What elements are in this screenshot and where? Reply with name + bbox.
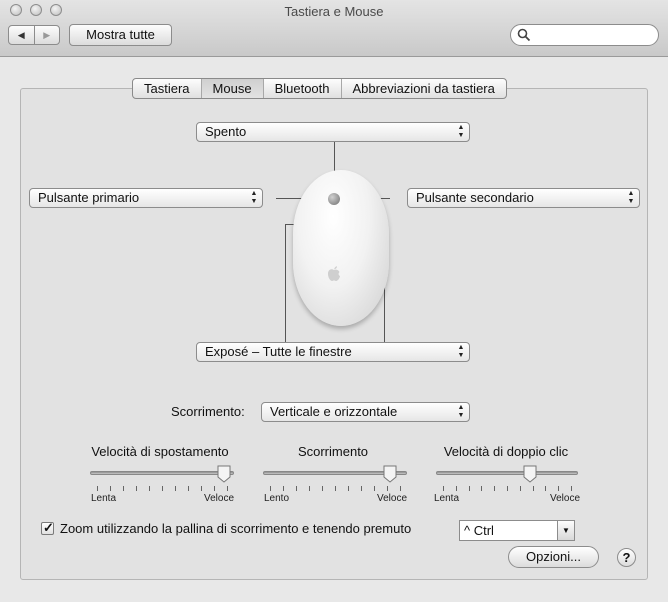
tracking-speed-slider[interactable] bbox=[90, 471, 234, 475]
back-icon[interactable]: ◀ bbox=[9, 26, 34, 44]
slider-tick bbox=[123, 486, 124, 491]
slider-tick bbox=[545, 486, 547, 491]
slider-tick bbox=[227, 486, 228, 491]
slider-tick bbox=[455, 486, 457, 491]
right-button-value: Pulsante secondario bbox=[416, 190, 534, 205]
scrolling-value: Verticale e orizzontale bbox=[270, 404, 398, 419]
tab-tastiera[interactable]: Tastiera bbox=[133, 79, 202, 98]
slider-tick bbox=[400, 486, 401, 491]
updown-arrows-icon: ▲ ▼ bbox=[457, 124, 465, 139]
bottom-button-value: Exposé – Tutte le finestre bbox=[205, 344, 352, 359]
slider-tick bbox=[188, 486, 189, 491]
options-button[interactable]: Opzioni... bbox=[508, 546, 599, 568]
top-button-value: Spento bbox=[205, 124, 247, 139]
updown-arrows-icon: ▲ ▼ bbox=[250, 190, 258, 205]
slider-tick bbox=[519, 486, 521, 491]
tab-abbreviazioni[interactable]: Abbreviazioni da tastiera bbox=[342, 79, 506, 98]
slider-tick bbox=[468, 486, 470, 491]
slider-tick bbox=[387, 486, 388, 491]
slider-tick bbox=[296, 486, 297, 491]
slider-tick bbox=[149, 486, 150, 491]
scrolling-min-label: Lento bbox=[264, 493, 290, 504]
slider-tick bbox=[97, 486, 98, 491]
left-button-value: Pulsante primario bbox=[38, 190, 140, 205]
tab-bar: Tastiera Mouse Bluetooth Abbreviazioni d… bbox=[132, 78, 507, 99]
slider-tick bbox=[283, 486, 284, 491]
double-click-speed-slider[interactable] bbox=[436, 471, 578, 475]
slider-tick bbox=[110, 486, 111, 491]
updown-arrows-icon: ▲ ▼ bbox=[457, 404, 465, 419]
apple-logo-icon bbox=[327, 266, 340, 281]
slider-tick bbox=[571, 486, 572, 491]
slider-tick bbox=[494, 486, 496, 491]
checkmark-icon: ✓ bbox=[43, 520, 54, 535]
search-field[interactable] bbox=[510, 24, 659, 46]
tracking-speed-title: Velocità di spostamento bbox=[91, 444, 229, 459]
search-icon bbox=[517, 28, 531, 42]
slider-tick bbox=[361, 486, 362, 491]
tab-bluetooth[interactable]: Bluetooth bbox=[264, 79, 342, 98]
slider-tick bbox=[348, 486, 349, 491]
scrolling-popup[interactable]: Verticale e orizzontale ▲ ▼ bbox=[261, 402, 470, 422]
slider-tick bbox=[270, 486, 271, 491]
top-button-popup[interactable]: Spento ▲ ▼ bbox=[196, 122, 470, 142]
double-click-speed-title: Velocità di doppio clic bbox=[443, 444, 569, 459]
right-button-popup[interactable]: Pulsante secondario ▲ ▼ bbox=[407, 188, 640, 208]
double-click-speed-thumb[interactable] bbox=[523, 465, 537, 483]
show-all-button[interactable]: Mostra tutte bbox=[69, 24, 172, 46]
slider-tick bbox=[443, 486, 444, 491]
tracking-min-label: Lenta bbox=[91, 493, 117, 504]
slider-tick bbox=[532, 486, 534, 491]
help-icon[interactable]: ? bbox=[617, 548, 636, 567]
chevron-down-icon[interactable]: ▼ bbox=[557, 521, 574, 540]
slider-tick bbox=[309, 486, 310, 491]
tab-mouse[interactable]: Mouse bbox=[201, 79, 264, 98]
slider-tick bbox=[136, 486, 137, 491]
tracking-max-label: Veloce bbox=[204, 493, 235, 504]
zoom-label: Zoom utilizzando la pallina di scorrimen… bbox=[60, 521, 412, 536]
updown-arrows-icon: ▲ ▼ bbox=[627, 190, 635, 205]
tracking-speed-thumb[interactable] bbox=[217, 465, 231, 483]
scrolling-label: Scorrimento: bbox=[171, 404, 245, 419]
zoom-checkbox[interactable]: ✓ bbox=[41, 520, 54, 535]
slider-tick bbox=[374, 486, 375, 491]
scrolling-speed-thumb[interactable] bbox=[383, 465, 397, 483]
slider-tick bbox=[201, 486, 202, 491]
bottom-button-popup[interactable]: Exposé – Tutte le finestre ▲ ▼ bbox=[196, 342, 470, 362]
slider-tick bbox=[214, 486, 215, 491]
slider-tick bbox=[481, 486, 483, 491]
slider-tick bbox=[175, 486, 176, 491]
forward-icon[interactable]: ▶ bbox=[33, 26, 60, 44]
scroll-ball bbox=[328, 193, 340, 205]
search-input[interactable] bbox=[533, 27, 651, 43]
double-click-max-label: Veloce bbox=[550, 493, 581, 504]
mighty-mouse-illustration bbox=[293, 170, 389, 326]
scrolling-speed-title: Scorrimento bbox=[297, 444, 369, 459]
window-title: Tastiera e Mouse bbox=[284, 4, 384, 19]
window-titlebar: Tastiera e Mouse ◀ ▶ Mostra tutte bbox=[0, 0, 668, 57]
nav-buttons: ◀ ▶ bbox=[8, 25, 60, 45]
updown-arrows-icon: ▲ ▼ bbox=[457, 344, 465, 359]
zoom-modifier-value: ^ Ctrl bbox=[464, 523, 494, 538]
connector-line bbox=[285, 224, 286, 342]
slider-tick bbox=[322, 486, 323, 491]
zoom-modifier-combo[interactable]: ^ Ctrl ▼ bbox=[459, 520, 575, 541]
slider-tick bbox=[335, 486, 336, 491]
slider-tick bbox=[558, 486, 560, 491]
double-click-min-label: Lenta bbox=[434, 493, 460, 504]
slider-tick bbox=[162, 486, 163, 491]
slider-tick bbox=[507, 486, 508, 491]
left-button-popup[interactable]: Pulsante primario ▲ ▼ bbox=[29, 188, 263, 208]
scrolling-max-label: Veloce bbox=[377, 493, 408, 504]
